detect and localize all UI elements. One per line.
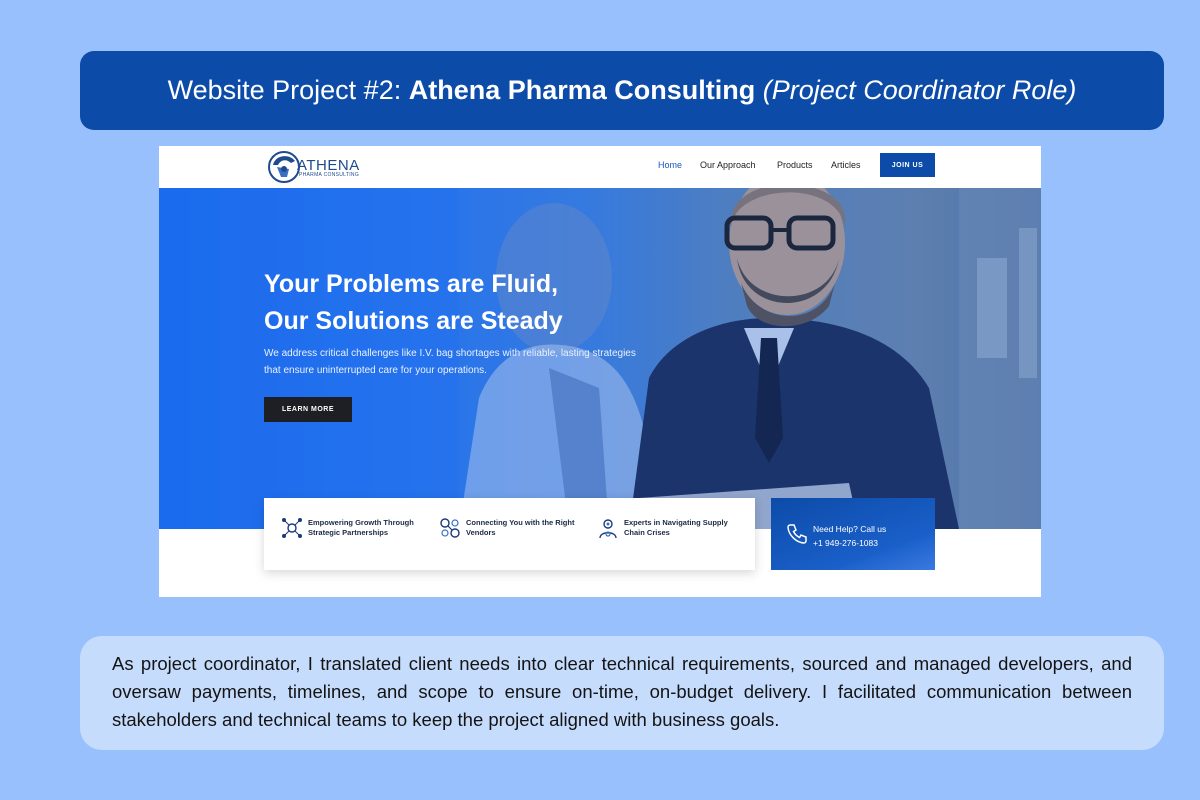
features-card: Empowering Growth Through Strategic Part… [264,498,755,570]
help-label: Need Help? Call us [813,524,887,534]
website-screenshot: ATHENA PHARMA CONSULTING Home Our Approa… [159,146,1041,597]
learn-more-button[interactable]: LEARN MORE [264,397,352,422]
help-call-card[interactable]: Need Help? Call us +1 949-276-1083 [771,498,935,570]
description-box: As project coordinator, I translated cli… [80,636,1164,750]
help-text: Need Help? Call us +1 949-276-1083 [813,522,886,550]
vendors-connect-icon [440,518,460,538]
nav-articles[interactable]: Articles [831,160,861,170]
feature-text: Empowering Growth Through Strategic Part… [308,518,414,537]
hero-title: Your Problems are Fluid, Our Solutions a… [264,266,684,340]
nav-our-approach[interactable]: Our Approach [700,160,756,170]
expert-gear-icon [599,519,617,539]
slide-title-project: Athena Pharma Consulting [408,75,756,105]
hero-title-line2: Our Solutions are Steady [264,307,563,335]
description-text: As project coordinator, I translated cli… [112,653,1132,730]
help-phone[interactable]: +1 949-276-1083 [813,536,886,550]
hero-title-line1: Your Problems are Fluid, [264,270,559,298]
feature-text: Connecting You with the Right Vendors [466,518,575,537]
athena-helmet-icon [268,151,300,183]
feature-text: Experts in Navigating Supply Chain Crise… [624,518,728,537]
phone-icon [787,524,807,544]
nav-products[interactable]: Products [777,160,813,170]
slide-title-prefix: Website Project #2: [167,75,409,105]
growth-network-icon [282,518,302,538]
site-logo[interactable]: ATHENA PHARMA CONSULTING [267,149,377,185]
nav-home[interactable]: Home [658,160,682,170]
slide-title-banner: Website Project #2: Athena Pharma Consul… [80,51,1164,130]
join-us-button[interactable]: JOIN US [880,153,935,177]
site-header: ATHENA PHARMA CONSULTING Home Our Approa… [159,146,1041,188]
hero-section: Your Problems are Fluid, Our Solutions a… [159,188,1041,529]
slide-title-role: (Project Coordinator Role) [762,75,1077,105]
hero-description: We address critical challenges like I.V.… [264,348,636,376]
logo-tagline: PHARMA CONSULTING [299,172,360,178]
